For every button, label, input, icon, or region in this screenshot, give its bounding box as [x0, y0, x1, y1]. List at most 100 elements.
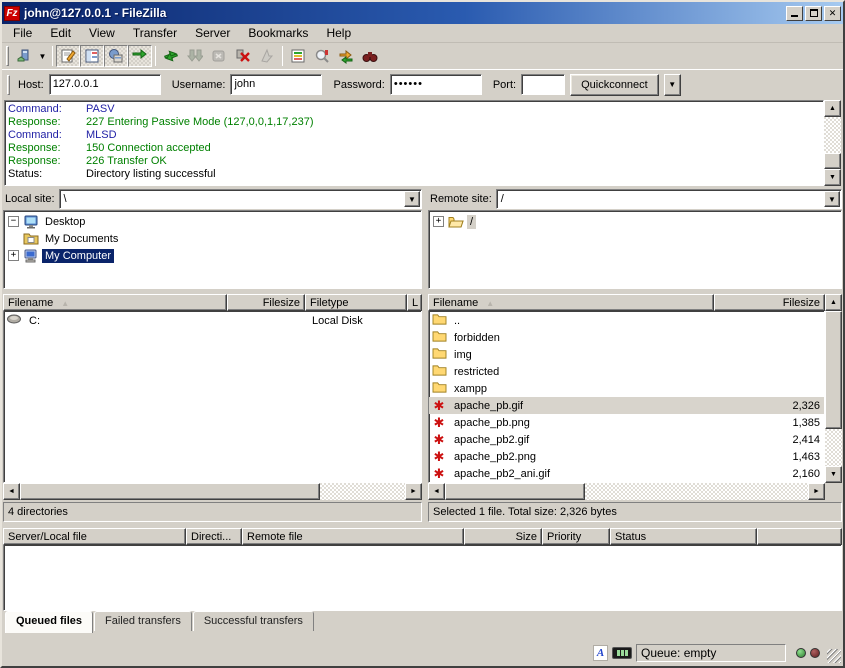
data-type-indicator-icon: A — [593, 645, 608, 661]
tree-item-desktop[interactable]: − Desktop — [6, 213, 421, 230]
log-line: Command:PASV — [8, 103, 823, 116]
resize-grip[interactable] — [827, 649, 841, 663]
process-queue-icon — [187, 48, 203, 64]
expand-icon[interactable]: + — [433, 216, 444, 227]
reconnect-button[interactable] — [255, 45, 279, 67]
menu-edit[interactable]: Edit — [41, 24, 80, 42]
titlebar[interactable]: Fz john@127.0.0.1 - FileZilla ✕ — [2, 2, 843, 24]
tree-item-my-computer[interactable]: + My Computer — [6, 247, 421, 264]
collapse-icon[interactable]: − — [8, 216, 19, 227]
menu-transfer[interactable]: Transfer — [124, 24, 186, 42]
column-header-remote-file[interactable]: Remote file — [242, 528, 464, 545]
username-input[interactable]: john — [230, 74, 322, 95]
menu-bookmarks[interactable]: Bookmarks — [239, 24, 317, 42]
file-row[interactable]: img — [429, 346, 824, 363]
file-row[interactable]: ✱ apache_pb.png 1,385 — [429, 414, 824, 431]
scroll-right-icon[interactable]: ► — [405, 483, 422, 500]
file-row[interactable]: xampp — [429, 380, 824, 397]
column-header-direction[interactable]: Directi... — [186, 528, 242, 545]
scroll-up-icon[interactable]: ▲ — [825, 294, 842, 311]
column-header-filesize[interactable]: Filesize — [714, 294, 825, 311]
process-queue-button[interactable] — [183, 45, 207, 67]
scrollbar-thumb[interactable] — [20, 483, 320, 500]
column-header-priority[interactable]: Priority — [542, 528, 610, 545]
menu-help[interactable]: Help — [317, 24, 360, 42]
minimize-icon — [791, 9, 798, 17]
column-header-filename[interactable]: Filename▲ — [3, 294, 227, 311]
column-header-filetype[interactable]: Filetype — [305, 294, 407, 311]
file-row[interactable]: ✱ apache_pb2.gif 2,414 — [429, 431, 824, 448]
tab-successful-transfers[interactable]: Successful transfers — [193, 611, 314, 631]
remote-site-combobox[interactable]: / ▼ — [496, 189, 842, 209]
close-button[interactable]: ✕ — [824, 6, 841, 21]
file-row[interactable]: forbidden — [429, 329, 824, 346]
column-header-filename[interactable]: Filename▲ — [428, 294, 714, 311]
chevron-down-icon[interactable]: ▼ — [404, 191, 420, 207]
file-row-c-drive[interactable]: C: Local Disk — [4, 312, 421, 329]
menu-server[interactable]: Server — [186, 24, 239, 42]
tree-item-my-documents[interactable]: My Documents — [6, 230, 421, 247]
disconnect-button[interactable] — [231, 45, 255, 67]
image-file-icon: ✱ — [431, 467, 447, 480]
file-row[interactable]: restricted — [429, 363, 824, 380]
remote-horizontal-scrollbar[interactable]: ◄ ► — [428, 483, 825, 500]
refresh-button[interactable] — [159, 45, 183, 67]
log-line: Response:227 Entering Passive Mode (127,… — [8, 116, 823, 129]
expand-icon[interactable]: + — [8, 250, 19, 261]
queue-list[interactable] — [3, 545, 842, 611]
scrollbar-thumb[interactable] — [825, 311, 842, 429]
quickconnect-button[interactable]: Quickconnect — [570, 74, 659, 96]
menu-view[interactable]: View — [80, 24, 124, 42]
column-header-status[interactable]: Status — [610, 528, 757, 545]
maximize-button[interactable] — [805, 6, 822, 21]
site-manager-button[interactable] — [12, 45, 36, 67]
socket-status-icon — [612, 647, 632, 659]
site-manager-dropdown[interactable]: ▼ — [36, 45, 49, 67]
filter-button[interactable] — [286, 45, 310, 67]
remote-file-list[interactable]: .. forbidden img — [428, 311, 825, 483]
column-header-filesize[interactable]: Filesize — [227, 294, 305, 311]
synchronized-browsing-button[interactable] — [334, 45, 358, 67]
local-site-combobox[interactable]: \ ▼ — [59, 189, 422, 209]
remote-vertical-scrollbar[interactable]: ▲ ▼ — [825, 294, 842, 500]
minimize-button[interactable] — [786, 6, 803, 21]
quickconnect-grip[interactable] — [7, 75, 10, 95]
local-horizontal-scrollbar[interactable]: ◄ ► — [3, 483, 422, 500]
tree-item-root[interactable]: + / — [431, 213, 841, 230]
menu-file[interactable]: File — [4, 24, 41, 42]
directory-comparison-button[interactable] — [310, 45, 334, 67]
file-row[interactable]: .. — [429, 312, 824, 329]
toolbar-grip[interactable] — [6, 46, 9, 66]
scrollbar-thumb[interactable] — [445, 483, 585, 500]
column-header-server-local-file[interactable]: Server/Local file — [3, 528, 186, 545]
quickconnect-dropdown[interactable]: ▼ — [664, 74, 681, 96]
file-row-selected[interactable]: ✱ apache_pb.gif 2,326 — [429, 397, 824, 414]
scroll-left-icon[interactable]: ◄ — [428, 483, 445, 500]
column-header-last-modified[interactable]: L — [407, 294, 422, 311]
scroll-right-icon[interactable]: ► — [808, 483, 825, 500]
scroll-down-icon[interactable]: ▼ — [825, 466, 842, 483]
log-vertical-scrollbar[interactable]: ▲ ▼ — [824, 100, 841, 186]
scroll-left-icon[interactable]: ◄ — [3, 483, 20, 500]
scroll-down-icon[interactable]: ▼ — [824, 169, 841, 186]
toggle-message-log-button[interactable] — [56, 45, 80, 67]
toggle-queue-button[interactable] — [128, 45, 152, 67]
host-input[interactable]: 127.0.0.1 — [49, 74, 161, 95]
password-input[interactable]: •••••• — [390, 74, 482, 95]
chevron-down-icon[interactable]: ▼ — [824, 191, 840, 207]
local-file-list[interactable]: C: Local Disk — [3, 311, 422, 483]
column-header-size[interactable]: Size — [464, 528, 542, 545]
scroll-up-icon[interactable]: ▲ — [824, 100, 841, 117]
port-input[interactable] — [521, 74, 565, 95]
find-files-button[interactable] — [358, 45, 382, 67]
scrollbar-thumb[interactable] — [824, 153, 841, 169]
cancel-button[interactable] — [207, 45, 231, 67]
queue-tabs: Queued files Failed transfers Successful… — [2, 611, 843, 634]
toggle-remote-tree-button[interactable] — [104, 45, 128, 67]
toggle-local-tree-button[interactable] — [80, 45, 104, 67]
folder-icon — [431, 381, 447, 397]
file-row[interactable]: ✱ apache_pb2_ani.gif 2,160 — [429, 465, 824, 482]
tab-failed-transfers[interactable]: Failed transfers — [94, 611, 192, 631]
tab-queued-files[interactable]: Queued files — [5, 611, 93, 633]
file-row[interactable]: ✱ apache_pb2.png 1,463 — [429, 448, 824, 465]
